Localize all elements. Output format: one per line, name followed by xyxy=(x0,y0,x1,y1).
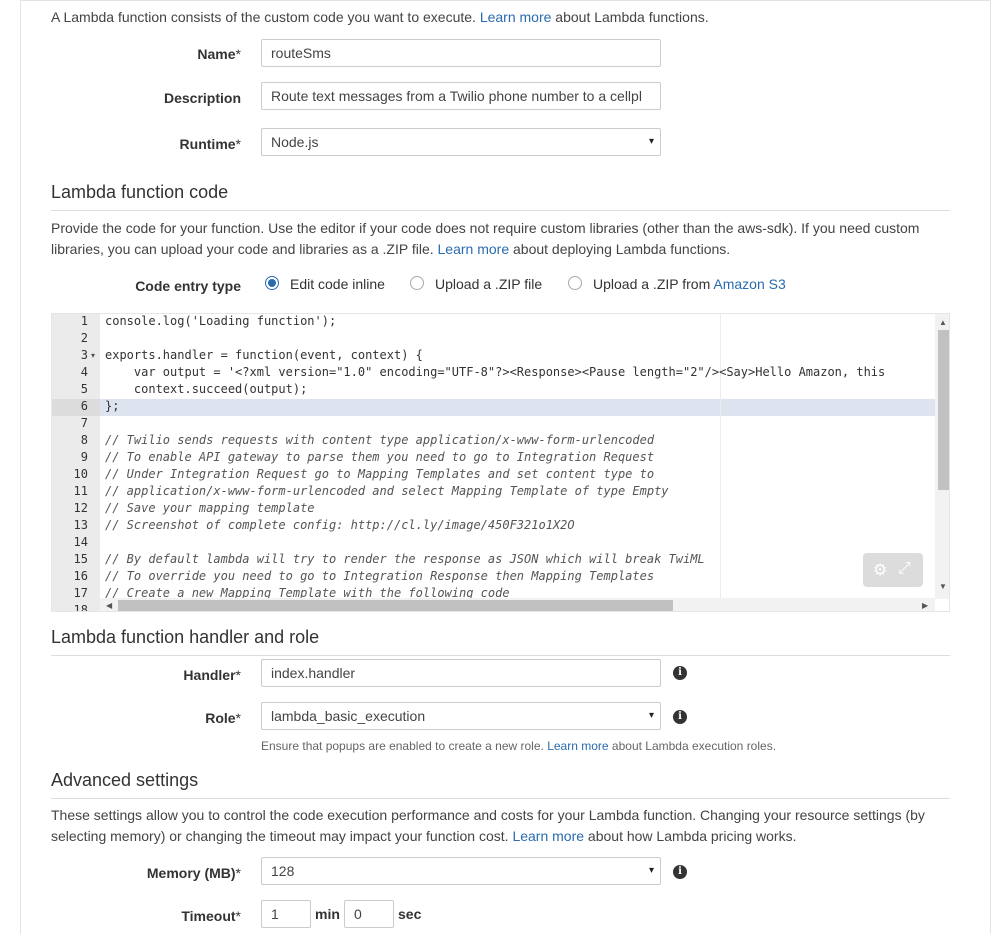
line-number: 13 xyxy=(73,518,88,532)
code-line[interactable]: // Screenshot of complete config: http:/… xyxy=(105,518,575,532)
intro-text-after: about Lambda functions. xyxy=(555,9,709,25)
advanced-section-divider xyxy=(51,798,950,799)
handler-section-divider xyxy=(51,655,950,656)
editor-toolbar: ⚙ ⤢ xyxy=(863,553,923,587)
line-number: 9 xyxy=(80,450,88,464)
chevron-down-icon: ▾ xyxy=(648,710,654,721)
seconds-unit-label: sec xyxy=(398,906,422,922)
gear-icon[interactable]: ⚙ xyxy=(873,560,887,580)
handler-input[interactable]: index.handler xyxy=(261,659,661,687)
role-learn-more-link[interactable]: Learn more xyxy=(547,739,608,753)
minutes-unit-label: min xyxy=(315,906,340,922)
code-line[interactable]: // To enable API gateway to parse them y… xyxy=(105,450,654,464)
scroll-down-arrow-icon[interactable]: ▼ xyxy=(939,582,947,591)
memory-select[interactable]: 128 ▾ xyxy=(261,857,661,885)
advanced-section-title: Advanced settings xyxy=(51,770,199,790)
code-line[interactable]: // By default lambda will try to render … xyxy=(105,552,705,566)
line-number: 18 xyxy=(73,603,88,612)
code-section-title: Lambda function code xyxy=(51,182,229,202)
memory-label: Memory (MB)* xyxy=(146,865,241,881)
radio-edit-inline[interactable] xyxy=(265,276,279,290)
line-number: 14 xyxy=(73,535,88,549)
role-label: Role* xyxy=(205,710,241,726)
info-icon[interactable]: i xyxy=(673,666,687,680)
handler-label: Handler* xyxy=(183,667,241,683)
line-number: 3 xyxy=(80,348,88,362)
line-number: 15 xyxy=(73,552,88,566)
runtime-selected-value: Node.js xyxy=(271,134,319,150)
fold-toggle-icon[interactable]: ▾ xyxy=(91,351,95,360)
code-learn-more-link[interactable]: Learn more xyxy=(438,241,510,257)
code-entry-type-label: Code entry type xyxy=(135,278,241,294)
role-help-text: Ensure that popups are enabled to create… xyxy=(261,739,777,753)
code-line[interactable]: var output = '<?xml version="1.0" encodi… xyxy=(105,365,885,379)
radio-upload-s3-label[interactable]: Upload a .ZIP from Amazon S3 xyxy=(593,276,786,292)
name-input[interactable]: routeSms xyxy=(261,39,661,67)
expand-icon[interactable]: ⤢ xyxy=(898,560,911,578)
line-number: 6 xyxy=(80,399,88,413)
timeout-minutes-input[interactable]: 1 xyxy=(261,900,311,928)
line-number: 17 xyxy=(73,586,88,600)
code-line[interactable]: console.log('Loading function'); xyxy=(105,314,336,328)
editor-active-line xyxy=(100,399,935,416)
radio-upload-s3[interactable] xyxy=(568,276,582,290)
line-number: 2 xyxy=(80,331,88,345)
info-icon[interactable]: i xyxy=(673,865,687,879)
advanced-section-description: These settings allow you to control the … xyxy=(51,807,925,844)
amazon-s3-link[interactable]: Amazon S3 xyxy=(713,276,785,292)
chevron-down-icon: ▾ xyxy=(648,865,654,876)
code-section-description: Provide the code for your function. Use … xyxy=(51,220,920,257)
role-selected-value: lambda_basic_execution xyxy=(271,708,426,724)
chevron-down-icon: ▾ xyxy=(648,136,654,147)
description-label: Description xyxy=(163,90,241,106)
radio-upload-zip[interactable] xyxy=(410,276,424,290)
runtime-label: Runtime* xyxy=(179,136,241,152)
print-margin xyxy=(720,314,721,604)
name-label: Name* xyxy=(197,46,241,62)
description-input[interactable]: Route text messages from a Twilio phone … xyxy=(261,82,661,110)
code-line[interactable]: // Save your mapping template xyxy=(105,501,315,515)
timeout-label: Timeout* xyxy=(181,908,241,924)
code-section-divider xyxy=(51,210,950,211)
intro-text-before: A Lambda function consists of the custom… xyxy=(51,9,476,25)
code-line[interactable]: // Under Integration Request go to Mappi… xyxy=(105,467,654,481)
line-number: 11 xyxy=(73,484,88,498)
editor-vertical-scroll-thumb[interactable] xyxy=(938,330,949,490)
line-number: 7 xyxy=(80,416,88,430)
code-line[interactable]: exports.handler = function(event, contex… xyxy=(105,348,423,362)
line-number: 1 xyxy=(80,314,88,328)
info-icon[interactable]: i xyxy=(673,710,687,724)
line-number: 10 xyxy=(73,467,88,481)
line-number: 16 xyxy=(73,569,88,583)
intro-learn-more-link[interactable]: Learn more xyxy=(480,9,552,25)
editor-horizontal-scroll-thumb[interactable] xyxy=(118,600,673,611)
pricing-learn-more-link[interactable]: Learn more xyxy=(512,828,584,844)
line-number: 12 xyxy=(73,501,88,515)
code-line[interactable]: context.succeed(output); xyxy=(105,382,307,396)
intro-text: A Lambda function consists of the custom… xyxy=(51,9,709,25)
role-select[interactable]: lambda_basic_execution ▾ xyxy=(261,702,661,730)
code-line[interactable]: }; xyxy=(105,399,119,413)
line-number: 4 xyxy=(80,365,88,379)
scroll-left-arrow-icon[interactable]: ◀ xyxy=(106,601,112,610)
radio-edit-inline-label[interactable]: Edit code inline xyxy=(290,276,385,292)
radio-upload-zip-label[interactable]: Upload a .ZIP file xyxy=(435,276,542,292)
line-number: 5 xyxy=(80,382,88,396)
handler-section-title: Lambda function handler and role xyxy=(51,627,320,647)
line-number: 8 xyxy=(80,433,88,447)
code-line[interactable]: // To override you need to go to Integra… xyxy=(105,569,654,583)
runtime-select[interactable]: Node.js ▾ xyxy=(261,128,661,156)
scroll-up-arrow-icon[interactable]: ▲ xyxy=(939,318,947,327)
scroll-right-arrow-icon[interactable]: ▶ xyxy=(922,601,928,610)
code-line[interactable]: // Twilio sends requests with content ty… xyxy=(105,433,654,447)
timeout-seconds-input[interactable]: 0 xyxy=(344,900,394,928)
code-editor[interactable]: console.log('Loading function'); exports.… xyxy=(51,313,950,612)
code-line[interactable]: // application/x-www-form-urlencoded and… xyxy=(105,484,669,498)
memory-selected-value: 128 xyxy=(271,863,295,879)
